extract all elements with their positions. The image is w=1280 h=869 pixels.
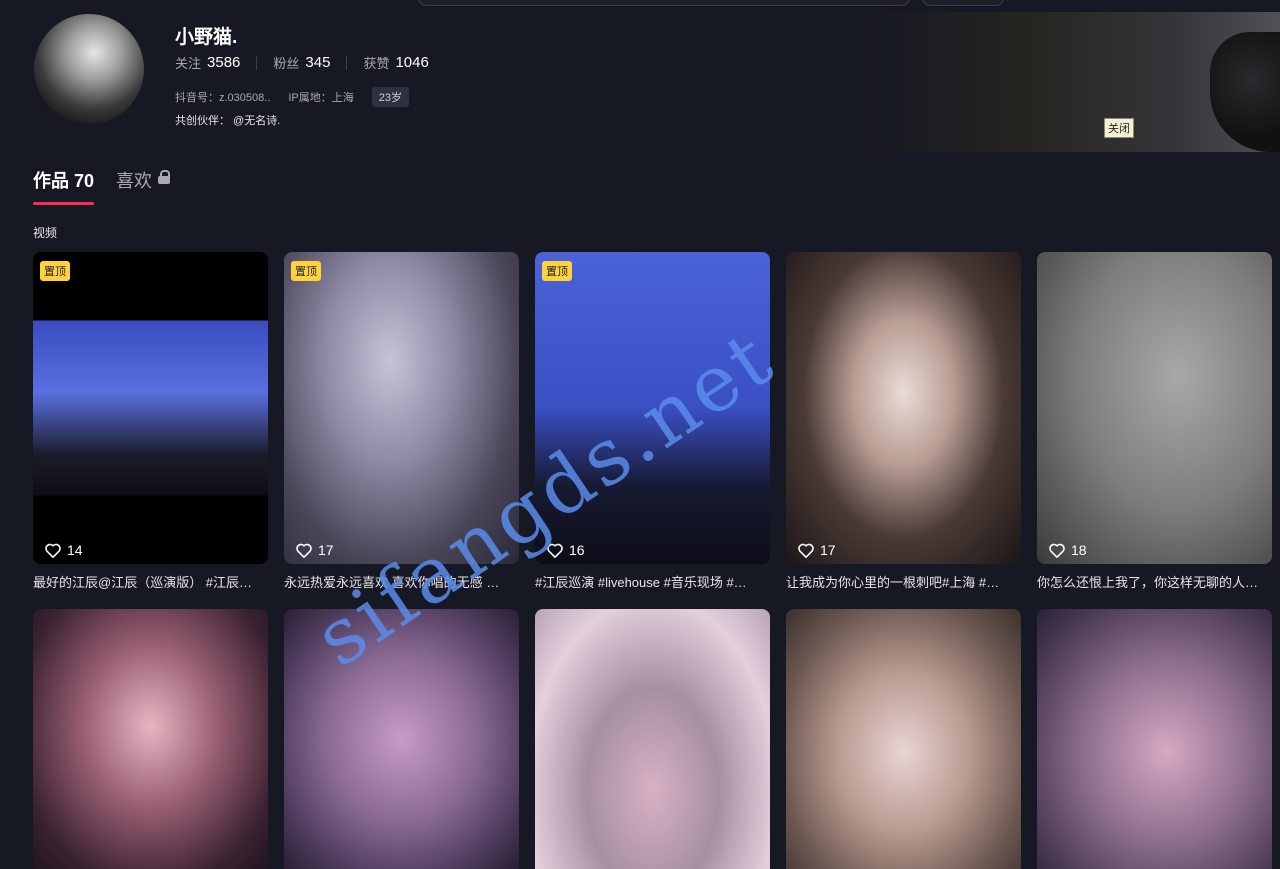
banner-image bbox=[1210, 32, 1280, 152]
like-count: 17 bbox=[798, 542, 836, 558]
heart-icon bbox=[1049, 543, 1065, 558]
video-card[interactable] bbox=[33, 609, 268, 869]
like-count: 16 bbox=[547, 542, 585, 558]
following-label[interactable]: 关注 bbox=[175, 53, 201, 72]
pinned-badge: 置顶 bbox=[542, 261, 572, 281]
like-count-value: 16 bbox=[569, 542, 585, 558]
search-bar[interactable] bbox=[418, 0, 910, 6]
video-thumbnail[interactable]: 置顶 17 bbox=[284, 252, 519, 564]
lock-icon bbox=[158, 170, 171, 184]
video-caption[interactable]: 让我成为你心里的一根刺吧#上海 #… bbox=[786, 564, 1021, 609]
video-caption[interactable]: #江辰巡演 #livehouse #音乐现场 #… bbox=[535, 564, 770, 609]
video-card[interactable]: 17 让我成为你心里的一根刺吧#上海 #… bbox=[786, 252, 1021, 609]
profile-stats: 关注 3586 粉丝 345 获赞 1046 bbox=[175, 53, 429, 72]
video-card[interactable]: 18 你怎么还恨上我了，你这样无聊的人… bbox=[1037, 252, 1272, 609]
pinned-badge: 置顶 bbox=[40, 261, 70, 281]
followers-count[interactable]: 345 bbox=[305, 54, 330, 71]
video-thumbnail[interactable]: 17 bbox=[786, 252, 1021, 564]
video-card[interactable]: 置顶 16 #江辰巡演 #livehouse #音乐现场 #… bbox=[535, 252, 770, 609]
avatar[interactable] bbox=[34, 14, 144, 124]
video-thumbnail[interactable] bbox=[1037, 609, 1272, 869]
stat-divider bbox=[256, 55, 258, 70]
tab-likes[interactable]: 喜欢 bbox=[116, 167, 171, 205]
heart-icon bbox=[547, 543, 563, 558]
heart-icon bbox=[798, 543, 814, 558]
like-count: 14 bbox=[45, 542, 83, 558]
video-card[interactable] bbox=[284, 609, 519, 869]
search-button[interactable] bbox=[922, 0, 1004, 6]
content-tabs: 作品 70 喜欢 bbox=[33, 167, 192, 205]
video-grid: 置顶 14 最好的江辰@江辰（巡演版） #江辰… 置顶 17 永远热爱永远喜欢 … bbox=[33, 252, 1272, 869]
video-thumbnail[interactable] bbox=[33, 609, 268, 869]
video-thumbnail[interactable] bbox=[535, 609, 770, 869]
video-caption[interactable]: 你怎么还恨上我了，你这样无聊的人… bbox=[1037, 564, 1272, 609]
video-thumbnail[interactable]: 18 bbox=[1037, 252, 1272, 564]
like-count-value: 14 bbox=[67, 542, 83, 558]
video-card[interactable]: 置顶 17 永远热爱永远喜欢 喜欢你唱的无感 … bbox=[284, 252, 519, 609]
like-count-value: 17 bbox=[318, 542, 334, 558]
profile-name: 小野猫. bbox=[175, 27, 238, 48]
video-thumbnail[interactable]: 置顶 14 bbox=[33, 252, 268, 564]
video-card[interactable]: 置顶 14 最好的江辰@江辰（巡演版） #江辰… bbox=[33, 252, 268, 609]
pinned-badge: 置顶 bbox=[291, 261, 321, 281]
heart-icon bbox=[296, 543, 312, 558]
age-badge: 23岁 bbox=[371, 87, 410, 107]
like-count: 17 bbox=[296, 542, 334, 558]
section-label: 视频 bbox=[33, 226, 58, 240]
ip-location: IP属地：上海 bbox=[288, 92, 354, 104]
tab-likes-label: 喜欢 bbox=[116, 171, 153, 191]
video-thumbnail[interactable] bbox=[284, 609, 519, 869]
heart-icon bbox=[45, 543, 61, 558]
video-card[interactable] bbox=[786, 609, 1021, 869]
likes-received-label: 获赞 bbox=[363, 56, 390, 71]
like-count-value: 18 bbox=[1071, 542, 1087, 558]
stat-divider bbox=[346, 55, 348, 70]
video-card[interactable] bbox=[535, 609, 770, 869]
like-count: 18 bbox=[1049, 542, 1087, 558]
followers-label[interactable]: 粉丝 bbox=[273, 53, 299, 72]
partner-info[interactable]: 共创伙伴： @无名诗. bbox=[175, 112, 280, 128]
following-count[interactable]: 3586 bbox=[207, 54, 240, 71]
video-thumbnail[interactable] bbox=[786, 609, 1021, 869]
video-thumbnail[interactable]: 置顶 16 bbox=[535, 252, 770, 564]
likes-received-count: 1046 bbox=[395, 54, 429, 71]
video-card[interactable] bbox=[1037, 609, 1272, 869]
douyin-id: 抖音号：z.030508.. bbox=[175, 92, 271, 104]
tab-works[interactable]: 作品 70 bbox=[33, 167, 95, 205]
close-tooltip: 关闭 bbox=[1104, 118, 1134, 138]
profile-banner bbox=[860, 12, 1280, 152]
profile-meta: 抖音号：z.030508.. IP属地：上海 23岁 bbox=[175, 87, 427, 107]
like-count-value: 17 bbox=[820, 542, 836, 558]
video-caption[interactable]: 最好的江辰@江辰（巡演版） #江辰… bbox=[33, 564, 268, 609]
video-caption[interactable]: 永远热爱永远喜欢 喜欢你唱的无感 … bbox=[284, 564, 519, 609]
